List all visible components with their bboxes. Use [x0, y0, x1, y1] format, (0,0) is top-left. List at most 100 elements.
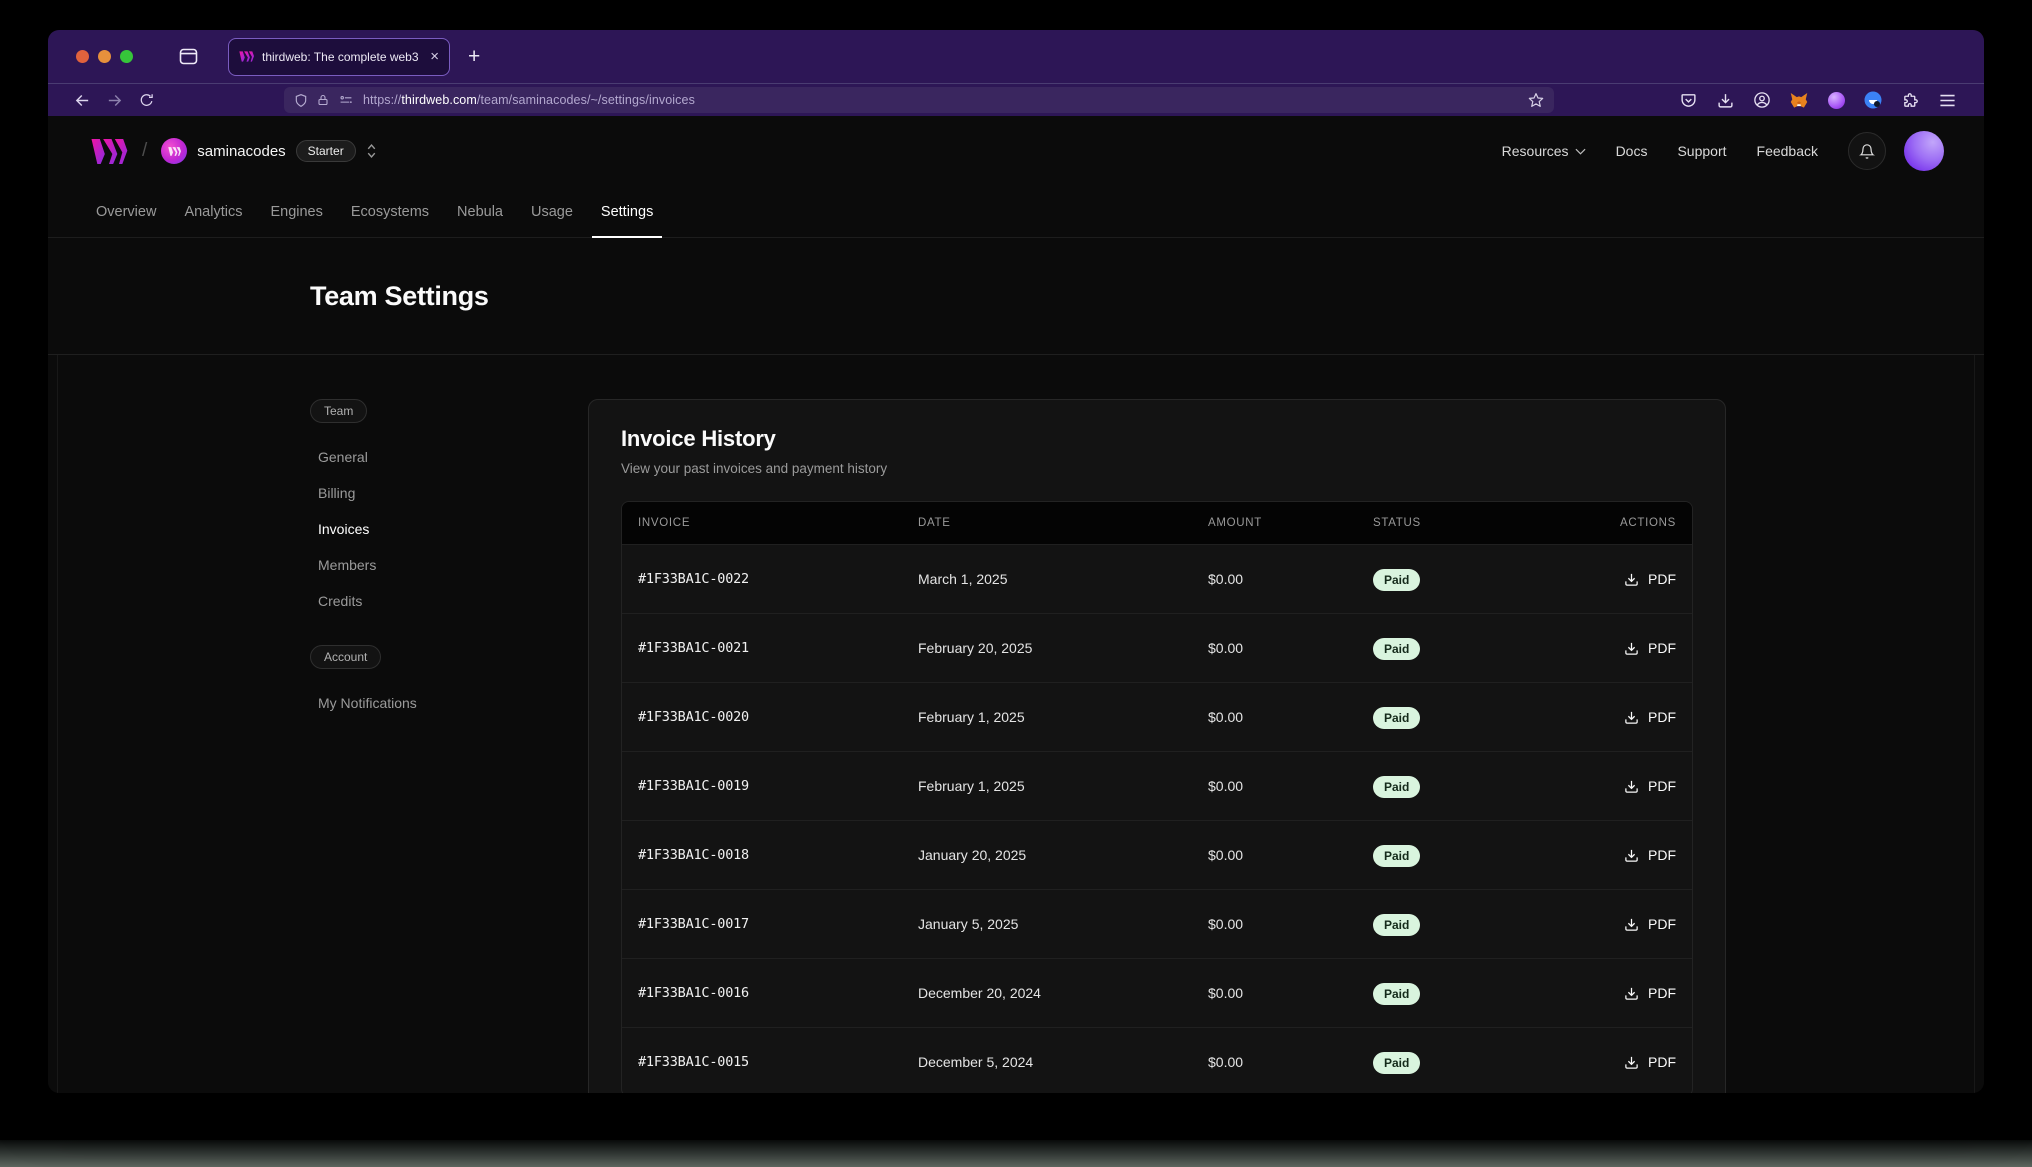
- invoice-date: February 20, 2025: [902, 640, 1192, 656]
- header-link-feedback[interactable]: Feedback: [1757, 143, 1818, 159]
- invoice-status: Paid: [1357, 571, 1587, 587]
- status-badge: Paid: [1373, 983, 1420, 1005]
- table-row: #1F33BA1C-0017 January 5, 2025 $0.00 Pai…: [622, 889, 1692, 958]
- back-icon[interactable]: [66, 87, 98, 113]
- column-header-amount: AMOUNT: [1192, 517, 1357, 529]
- window-controls: [76, 50, 133, 63]
- connection-lock-icon[interactable]: [317, 93, 329, 107]
- downloads-icon[interactable]: [1710, 87, 1740, 113]
- thirdweb-logo[interactable]: [90, 139, 128, 164]
- invoice-actions: PDF: [1587, 1054, 1692, 1070]
- url-path: /team/saminacodes/~/settings/invoices: [477, 93, 695, 107]
- account-icon[interactable]: [1747, 87, 1777, 113]
- purple-extension-icon[interactable]: [1821, 87, 1851, 113]
- invoice-number: #1F33BA1C-0017: [622, 916, 902, 932]
- pdf-label: PDF: [1648, 916, 1676, 932]
- status-badge: Paid: [1373, 707, 1420, 729]
- sidebar-item-my-notifications[interactable]: My Notifications: [318, 685, 525, 721]
- title-band: Team Settings: [48, 238, 1984, 355]
- download-pdf-button[interactable]: PDF: [1624, 1054, 1676, 1070]
- dashboard-tab-overview[interactable]: Overview: [82, 186, 170, 237]
- tab-close-icon[interactable]: ×: [430, 49, 439, 64]
- download-icon: [1624, 1055, 1639, 1070]
- sidebar-item-credits[interactable]: Credits: [318, 583, 525, 619]
- sidebar-section-badge-team: Team: [310, 399, 367, 423]
- url-text[interactable]: https://thirdweb.com/team/saminacodes/~/…: [363, 93, 1519, 107]
- breadcrumb-separator: /: [142, 140, 147, 162]
- invoice-status: Paid: [1357, 985, 1587, 1001]
- toolbar-extensions: [1673, 87, 1966, 113]
- invoice-amount: $0.00: [1192, 709, 1357, 725]
- download-pdf-button[interactable]: PDF: [1624, 778, 1676, 794]
- header-link-docs[interactable]: Docs: [1616, 143, 1648, 159]
- sidebar-item-invoices[interactable]: Invoices: [318, 511, 525, 547]
- bookmark-star-icon[interactable]: [1528, 92, 1544, 108]
- download-pdf-button[interactable]: PDF: [1624, 709, 1676, 725]
- invoice-number: #1F33BA1C-0018: [622, 847, 902, 863]
- invoice-history-card: Invoice History View your past invoices …: [588, 399, 1726, 1093]
- download-pdf-button[interactable]: PDF: [1624, 916, 1676, 932]
- notifications-bell-icon[interactable]: [1848, 132, 1886, 170]
- sidebar-item-general[interactable]: General: [318, 439, 525, 475]
- site-permissions-icon[interactable]: [338, 94, 354, 107]
- reload-icon[interactable]: [130, 87, 162, 113]
- card-subtitle: View your past invoices and payment hist…: [621, 461, 1693, 476]
- download-pdf-button[interactable]: PDF: [1624, 571, 1676, 587]
- site-header: / saminacodes Starter: [48, 116, 1984, 186]
- column-header-status: STATUS: [1357, 517, 1587, 529]
- status-badge: Paid: [1373, 569, 1420, 591]
- invoice-status: Paid: [1357, 778, 1587, 794]
- dashboard-tab-nebula[interactable]: Nebula: [443, 186, 517, 237]
- dashboard-tab-engines[interactable]: Engines: [256, 186, 336, 237]
- invoice-status: Paid: [1357, 709, 1587, 725]
- sidebar-item-members[interactable]: Members: [318, 547, 525, 583]
- firefox-view-icon[interactable]: [179, 48, 198, 65]
- sidebar-section-badge-account: Account: [310, 645, 381, 669]
- header-link-label: Feedback: [1757, 143, 1818, 159]
- dashboard-tab-settings[interactable]: Settings: [587, 186, 667, 237]
- close-window-button[interactable]: [76, 50, 89, 63]
- dashboard-tab-usage[interactable]: Usage: [517, 186, 587, 237]
- team-switcher[interactable]: saminacodes Starter: [161, 138, 377, 164]
- new-tab-button[interactable]: +: [468, 46, 480, 67]
- minimize-window-button[interactable]: [98, 50, 111, 63]
- table-row: #1F33BA1C-0022 March 1, 2025 $0.00 Paid: [622, 544, 1692, 613]
- invoice-actions: PDF: [1587, 916, 1692, 932]
- invoice-actions: PDF: [1587, 847, 1692, 863]
- invoice-date: February 1, 2025: [902, 778, 1192, 794]
- pdf-label: PDF: [1648, 640, 1676, 656]
- forward-icon[interactable]: [98, 87, 130, 113]
- status-badge: Paid: [1373, 914, 1420, 936]
- menu-hamburger-icon[interactable]: [1932, 87, 1962, 113]
- header-link-support[interactable]: Support: [1677, 143, 1726, 159]
- download-pdf-button[interactable]: PDF: [1624, 985, 1676, 1001]
- tracking-protection-shield-icon[interactable]: [294, 93, 308, 108]
- header-link-label: Support: [1677, 143, 1726, 159]
- pdf-label: PDF: [1648, 571, 1676, 587]
- blue-extension-icon[interactable]: [1858, 87, 1888, 113]
- user-avatar[interactable]: [1904, 131, 1944, 171]
- extensions-puzzle-icon[interactable]: [1895, 87, 1925, 113]
- zoom-window-button[interactable]: [120, 50, 133, 63]
- download-pdf-button[interactable]: PDF: [1624, 847, 1676, 863]
- header-link-label: Resources: [1502, 143, 1569, 159]
- sidebar-item-billing[interactable]: Billing: [318, 475, 525, 511]
- invoice-date: January 20, 2025: [902, 847, 1192, 863]
- status-badge: Paid: [1373, 1052, 1420, 1074]
- metamask-extension-icon[interactable]: [1784, 87, 1814, 113]
- url-bar[interactable]: https://thirdweb.com/team/saminacodes/~/…: [284, 87, 1554, 113]
- settings-content: Team General Billing Invoices Members Cr…: [48, 355, 1984, 1093]
- dashboard-tab-analytics[interactable]: Analytics: [170, 186, 256, 237]
- download-icon: [1624, 848, 1639, 863]
- download-icon: [1624, 779, 1639, 794]
- pocket-icon[interactable]: [1673, 87, 1703, 113]
- page-title: Team Settings: [310, 281, 489, 312]
- status-badge: Paid: [1373, 845, 1420, 867]
- dashboard-tab-ecosystems[interactable]: Ecosystems: [337, 186, 443, 237]
- dashboard-tab-label: Engines: [270, 204, 322, 220]
- header-link-resources[interactable]: Resources: [1502, 143, 1586, 159]
- dashboard-tab-label: Analytics: [184, 204, 242, 220]
- browser-tab[interactable]: thirdweb: The complete web3 d ×: [228, 38, 450, 76]
- download-pdf-button[interactable]: PDF: [1624, 640, 1676, 656]
- invoice-amount: $0.00: [1192, 985, 1357, 1001]
